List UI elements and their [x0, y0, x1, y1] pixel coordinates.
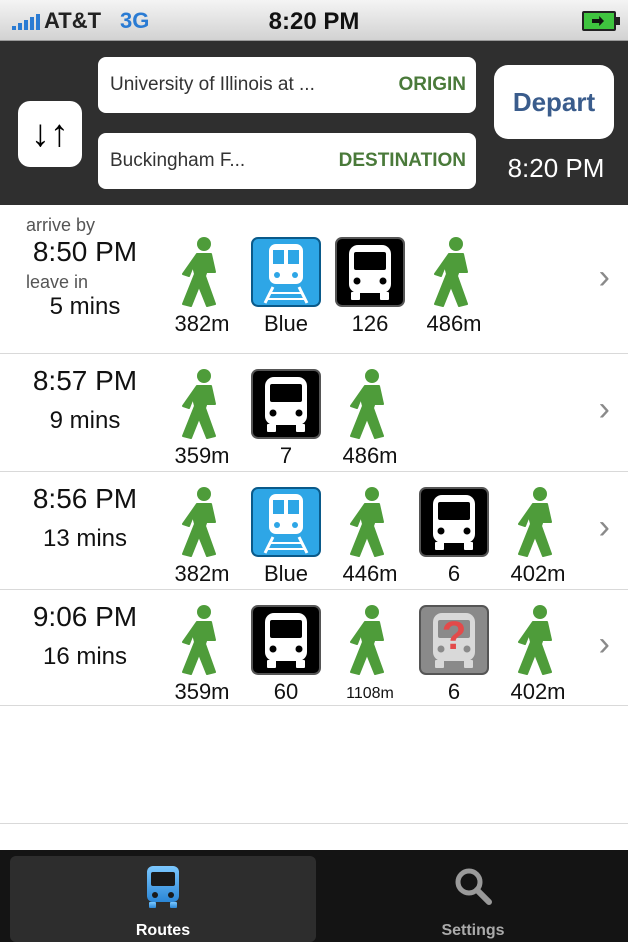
bus-icon [250, 603, 322, 677]
leg-label: 60 [273, 679, 299, 704]
walk-icon [502, 485, 574, 559]
route-row[interactable]: 8:57 PM 9 mins 359m 7 486m › [0, 353, 628, 472]
route-leg: 359m [166, 367, 238, 469]
walk-icon [334, 603, 406, 677]
leave-in-mins: 16 mins [42, 643, 128, 670]
route-row[interactable]: arrive by 8:50 PM leave in 5 mins 382m Blue 12… [0, 207, 628, 354]
leg-label: Blue [263, 561, 309, 586]
arrival-time: 8:57 PM [32, 365, 138, 396]
battery-icon [582, 11, 620, 31]
leg-label: 446m [342, 561, 398, 586]
route-leg: 126 [334, 235, 406, 337]
leg-label: 382m [174, 311, 230, 336]
origin-tag: ORIGIN [398, 74, 466, 95]
leg-label: 7 [279, 443, 293, 468]
bus-icon [418, 485, 490, 559]
route-leg: 382m [166, 235, 238, 337]
leave-in-mins: 9 mins [49, 407, 121, 434]
chevron-right-icon: › [598, 390, 610, 428]
route-leg: 402m [502, 603, 574, 705]
trip-header: ↓↑ University of Illinois at ... ORIGIN … [0, 41, 628, 205]
route-leg: 382m [166, 485, 238, 587]
depart-time: 8:20 PM [507, 153, 605, 183]
leg-label: 382m [174, 561, 230, 586]
tab-routes[interactable]: Routes [10, 856, 316, 942]
leg-label: 486m [426, 311, 482, 336]
route-leg: 1108m [334, 603, 406, 703]
arrive-label: arrive by [26, 215, 96, 235]
route-leg: 402m [502, 485, 574, 587]
leg-label: 1108m [346, 685, 394, 702]
train-icon [250, 485, 322, 559]
leg-label: 402m [510, 561, 566, 586]
route-row[interactable]: 9:06 PM 16 mins 359m 60 1108m? 6 402m › [0, 589, 628, 706]
destination-field[interactable]: Buckingham F... DESTINATION [98, 133, 476, 189]
route-times: 8:57 PM 9 mins [0, 365, 170, 435]
route-leg: 6 [418, 485, 490, 587]
leave-label: leave in [26, 272, 89, 292]
route-leg: ? 6 [418, 603, 490, 705]
walk-icon [334, 367, 406, 441]
walk-icon [166, 485, 238, 559]
leave-in-mins: 5 mins [49, 293, 121, 320]
route-times: 9:06 PM 16 mins [0, 601, 170, 671]
walk-icon [166, 235, 238, 309]
search-icon [455, 868, 492, 905]
bus-icon [250, 367, 322, 441]
bus-icon [147, 866, 179, 908]
walk-icon [502, 603, 574, 677]
leg-label: 359m [174, 679, 230, 704]
depart-button[interactable]: Depart [494, 65, 614, 139]
swap-button[interactable]: ↓↑ [18, 101, 82, 167]
route-times: arrive by 8:50 PM leave in 5 mins [0, 215, 170, 321]
arrival-time: 9:06 PM [32, 601, 138, 632]
route-leg: 359m [166, 603, 238, 705]
leg-label: 359m [174, 443, 230, 468]
bus-unknown-icon: ? [418, 603, 490, 677]
leg-label: 6 [447, 679, 461, 704]
destination-value: Buckingham F... [110, 150, 246, 171]
leg-label: 6 [447, 561, 461, 586]
train-icon [250, 235, 322, 309]
route-leg: 7 [250, 367, 322, 469]
arrival-time: 8:50 PM [32, 236, 138, 267]
status-time: 8:20 PM [268, 8, 360, 35]
leg-label: 486m [342, 443, 398, 468]
tab-routes-label: Routes [135, 922, 191, 939]
destination-tag: DESTINATION [338, 150, 466, 171]
tab-bar: Routes Settings [0, 850, 628, 942]
leave-in-mins: 13 mins [42, 525, 128, 552]
leg-label: 126 [351, 311, 389, 336]
route-leg: 446m [334, 485, 406, 587]
route-leg: Blue [250, 485, 322, 587]
walk-icon [166, 367, 238, 441]
arrival-time: 8:56 PM [32, 483, 138, 514]
route-leg: 60 [250, 603, 322, 705]
svg-text:?: ? [442, 614, 466, 658]
route-leg: 486m [418, 235, 490, 337]
chevron-right-icon: › [598, 625, 610, 663]
leg-label: 402m [510, 679, 566, 704]
route-leg: Blue [250, 235, 322, 337]
bus-icon [334, 235, 406, 309]
tab-settings-label: Settings [441, 922, 505, 939]
origin-field[interactable]: University of Illinois at ... ORIGIN [98, 57, 476, 113]
swap-arrows-icon: ↓↑ [31, 112, 69, 155]
walk-icon [166, 603, 238, 677]
chevron-right-icon: › [598, 508, 610, 546]
route-times: 8:56 PM 13 mins [0, 483, 170, 553]
chevron-right-icon: › [598, 258, 610, 296]
walk-icon [334, 485, 406, 559]
empty-row [0, 705, 628, 824]
walk-icon [418, 235, 490, 309]
tab-settings[interactable]: Settings [320, 856, 626, 942]
origin-value: University of Illinois at ... [110, 74, 315, 95]
status-bar: AT&T 3G 8:20 PM [0, 0, 628, 41]
route-row[interactable]: 8:56 PM 13 mins 382m Blue 446m 6 402m › [0, 471, 628, 590]
leg-label: Blue [263, 311, 309, 336]
route-leg: 486m [334, 367, 406, 469]
